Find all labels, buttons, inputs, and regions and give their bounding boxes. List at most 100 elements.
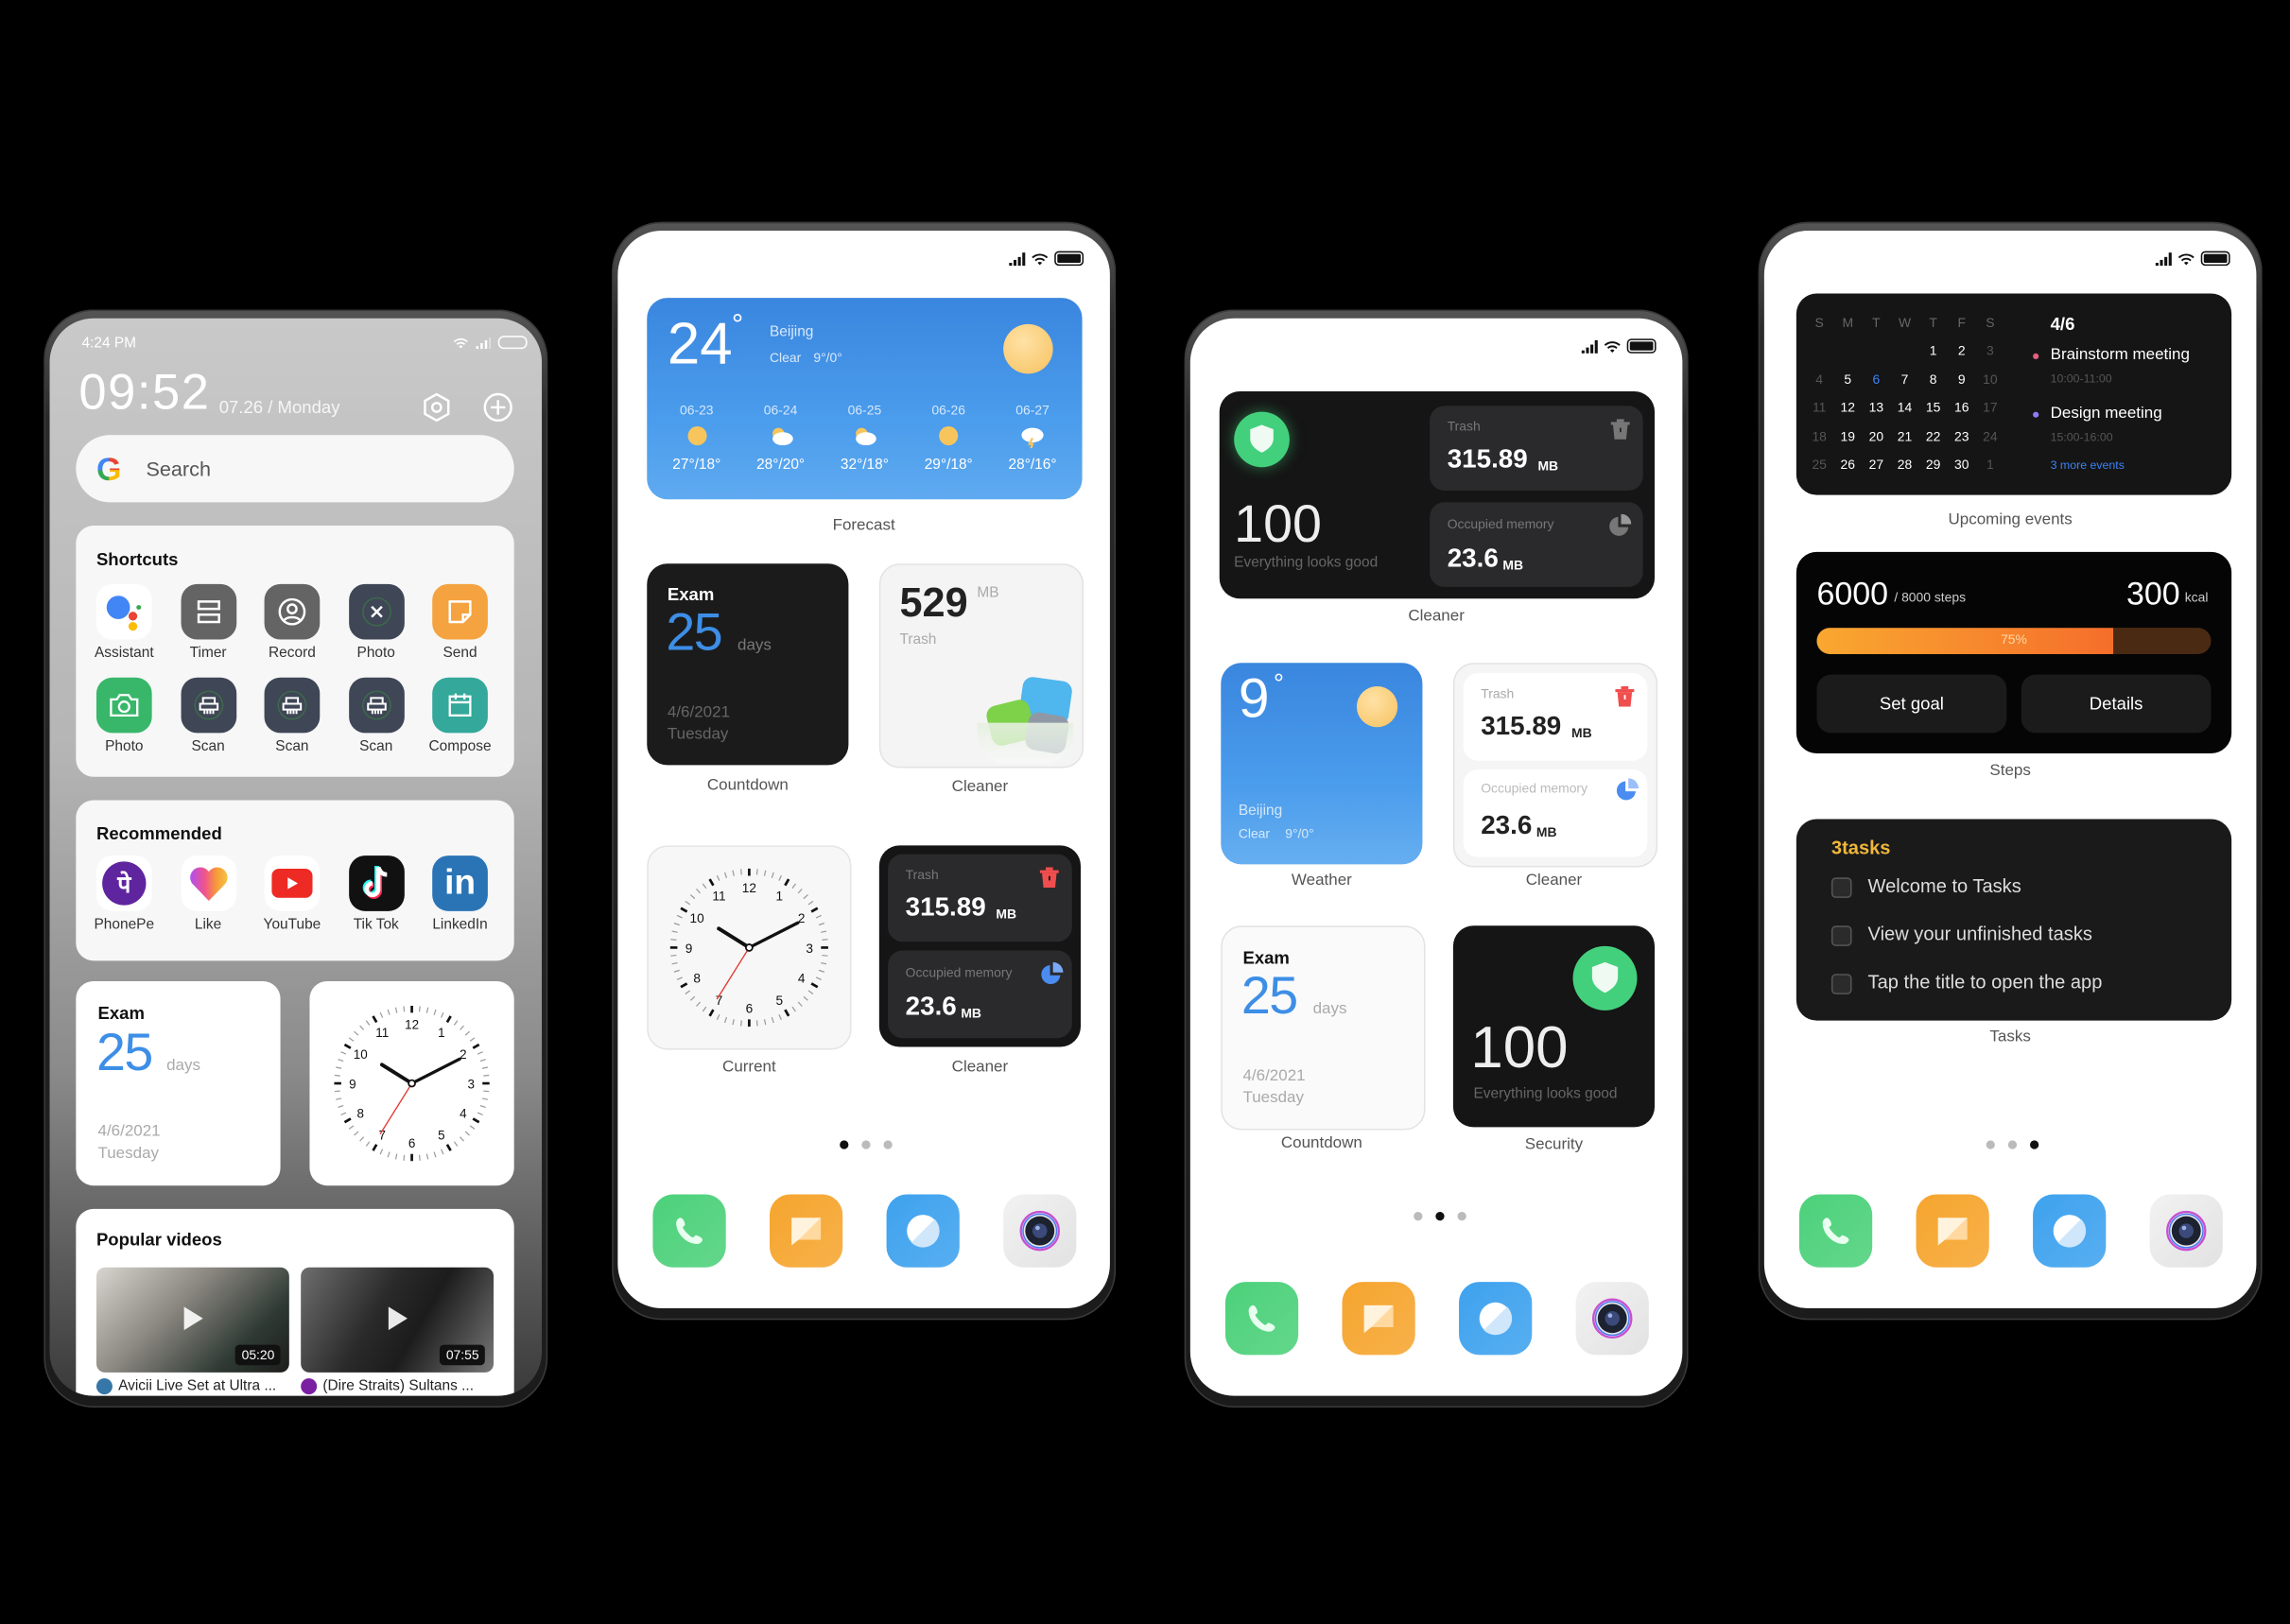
video-thumbnail[interactable]: 07:55: [301, 1267, 494, 1373]
cleaner-trash-widget[interactable]: 529 MB Trash: [878, 563, 1084, 769]
calendar-day[interactable]: 27: [1862, 451, 1890, 479]
shortcut-scan[interactable]: Scan: [180, 677, 236, 755]
video-title-row[interactable]: Avicii Live Set at Ultra ...: [95, 1378, 276, 1395]
calendar-day[interactable]: 21: [1890, 422, 1918, 450]
page-indicator[interactable]: [840, 1140, 893, 1149]
calendar-day[interactable]: 20: [1862, 422, 1890, 450]
calendar-day[interactable]: 4: [1805, 365, 1833, 393]
calendar-day[interactable]: 1: [1919, 337, 1948, 365]
phone-app[interactable]: [1224, 1282, 1299, 1356]
more-events-link[interactable]: 3 more events: [2051, 458, 2125, 472]
calendar-day[interactable]: 18: [1805, 422, 1833, 450]
task-item[interactable]: Welcome to Tasks: [1830, 874, 2021, 898]
calendar-day[interactable]: 16: [1948, 393, 1976, 422]
add-icon[interactable]: [482, 391, 514, 423]
browser-app[interactable]: [1459, 1282, 1533, 1356]
settings-icon[interactable]: [421, 391, 453, 423]
calendar-day[interactable]: 17: [1976, 393, 2004, 422]
calendar-day[interactable]: 1: [1976, 451, 2004, 479]
cleaner-light-widget[interactable]: Trash 315.89 MB Occupied memory 23.6 MB: [1452, 663, 1658, 868]
calendar-day[interactable]: 7: [1890, 365, 1918, 393]
camera-app[interactable]: [1575, 1282, 1649, 1356]
details-button[interactable]: Details: [2021, 674, 2212, 734]
calendar-day[interactable]: 2: [1948, 337, 1976, 365]
app-label: PhonePe: [94, 917, 155, 933]
phone-app[interactable]: [652, 1194, 726, 1268]
memory-value: 23.6: [1447, 543, 1499, 573]
browser-app[interactable]: [2033, 1194, 2107, 1268]
cleaner-wide-widget[interactable]: 100 Everything looks good Trash 315.89 M…: [1219, 390, 1656, 599]
countdown-widget[interactable]: Exam 25 days 4/6/2021 Tuesday: [1221, 925, 1426, 1131]
calendar-day[interactable]: 23: [1948, 422, 1976, 450]
notes-app[interactable]: [770, 1194, 843, 1268]
search-bar[interactable]: G Search: [76, 435, 514, 503]
calendar-day[interactable]: 26: [1833, 451, 1862, 479]
tasks-widget[interactable]: 3tasks Welcome to Tasks View your unfini…: [1796, 819, 2232, 1021]
calendar-day[interactable]: 9: [1948, 365, 1976, 393]
calendar-day[interactable]: 11: [1805, 393, 1833, 422]
app-linkedin[interactable]: in LinkedIn: [432, 855, 488, 933]
tasks-title[interactable]: 3tasks: [1831, 837, 1891, 858]
video-title-row[interactable]: (Dire Straits) Sultans ...: [301, 1378, 474, 1395]
task-item[interactable]: View your unfinished tasks: [1830, 923, 2092, 946]
calendar-day[interactable]: 24: [1976, 422, 2004, 450]
calendar-day[interactable]: 28: [1890, 451, 1918, 479]
clock-tick: [418, 1006, 421, 1012]
video-thumbnail[interactable]: 05:20: [95, 1267, 289, 1373]
calendar-day[interactable]: 30: [1948, 451, 1976, 479]
shortcut-send[interactable]: Send: [432, 583, 488, 662]
calendar-day[interactable]: 6: [1862, 365, 1890, 393]
calendar-widget[interactable]: SMTWTFS 1 2 3 4 5 6 7 8 9 10 11 12 13 14 15 16 17 18 19 20 2…: [1796, 293, 2232, 495]
shortcut-record[interactable]: Record: [264, 583, 321, 662]
calendar-day[interactable]: 25: [1805, 451, 1833, 479]
app-youtube[interactable]: YouTube: [264, 855, 321, 933]
calendar-day[interactable]: 29: [1919, 451, 1948, 479]
shortcut-photo[interactable]: Photo: [348, 583, 405, 662]
task-checkbox[interactable]: [1830, 924, 1852, 946]
steps-widget[interactable]: 6000 / 8000 steps 300 kcal 75% Set goal …: [1796, 551, 2232, 754]
notes-app[interactable]: [1916, 1194, 1989, 1268]
camera-app[interactable]: [1003, 1194, 1077, 1268]
cleaner-dark-widget[interactable]: Trash 315.89 MB Occupied memory 23.6 MB: [878, 845, 1082, 1047]
app-tik-tok[interactable]: Tik Tok: [348, 855, 405, 933]
calendar-day[interactable]: 10: [1976, 365, 2004, 393]
browser-app[interactable]: [886, 1194, 960, 1268]
page-indicator[interactable]: [1414, 1212, 1466, 1221]
set-goal-button[interactable]: Set goal: [1816, 674, 2007, 734]
shortcut-photo[interactable]: Photo: [95, 677, 152, 755]
calendar-day[interactable]: 22: [1919, 422, 1948, 450]
shortcut-timer[interactable]: Timer: [180, 583, 236, 662]
app-like[interactable]: Like: [180, 855, 236, 933]
shortcut-scan[interactable]: Scan: [348, 677, 405, 755]
task-item[interactable]: Tap the title to open the app: [1830, 971, 2102, 994]
calendar-day[interactable]: 15: [1919, 393, 1948, 422]
calendar-day[interactable]: 14: [1890, 393, 1918, 422]
calendar-day: [1833, 337, 1862, 365]
clock-widget[interactable]: 1 2 3 4 5 6 7 8 9 10 11 12: [647, 845, 852, 1050]
calendar-day[interactable]: 3: [1976, 337, 2004, 365]
clock-widget[interactable]: 1 2 3 4 5 6 7 8 9 10 11 12: [309, 980, 514, 1186]
shortcut-compose[interactable]: Compose: [428, 677, 492, 755]
countdown-widget[interactable]: Exam 25 days 4/6/2021 Tuesday: [647, 563, 849, 766]
calendar-day[interactable]: 13: [1862, 393, 1890, 422]
task-checkbox[interactable]: [1830, 876, 1852, 898]
app-label: Tik Tok: [353, 917, 399, 933]
forecast-widget[interactable]: 24 ° Beijing Clear 9°/0° 06-23 27°/18° 06-…: [647, 298, 1083, 500]
clock-tick: [822, 939, 828, 941]
task-checkbox[interactable]: [1830, 973, 1852, 994]
notes-app[interactable]: [1342, 1282, 1415, 1356]
page-indicator[interactable]: [1986, 1140, 2039, 1149]
phone-app[interactable]: [1798, 1194, 1873, 1268]
calendar-day[interactable]: 19: [1833, 422, 1862, 450]
calendar-day[interactable]: 8: [1919, 365, 1948, 393]
countdown-widget[interactable]: Exam 25 days 4/6/2021 Tuesday: [76, 980, 281, 1186]
shortcut-scan[interactable]: Scan: [264, 677, 321, 755]
calendar-day[interactable]: 12: [1833, 393, 1862, 422]
shortcut-assistant[interactable]: Assistant: [95, 583, 154, 662]
security-widget[interactable]: 100 Everything looks good: [1452, 925, 1656, 1128]
search-input[interactable]: Search: [146, 457, 211, 480]
app-phonepe[interactable]: पे PhonePe: [95, 855, 154, 933]
weather-widget[interactable]: 9 ° Beijing Clear 9°/0°: [1221, 663, 1423, 865]
camera-app[interactable]: [2149, 1194, 2223, 1268]
calendar-day[interactable]: 5: [1833, 365, 1862, 393]
